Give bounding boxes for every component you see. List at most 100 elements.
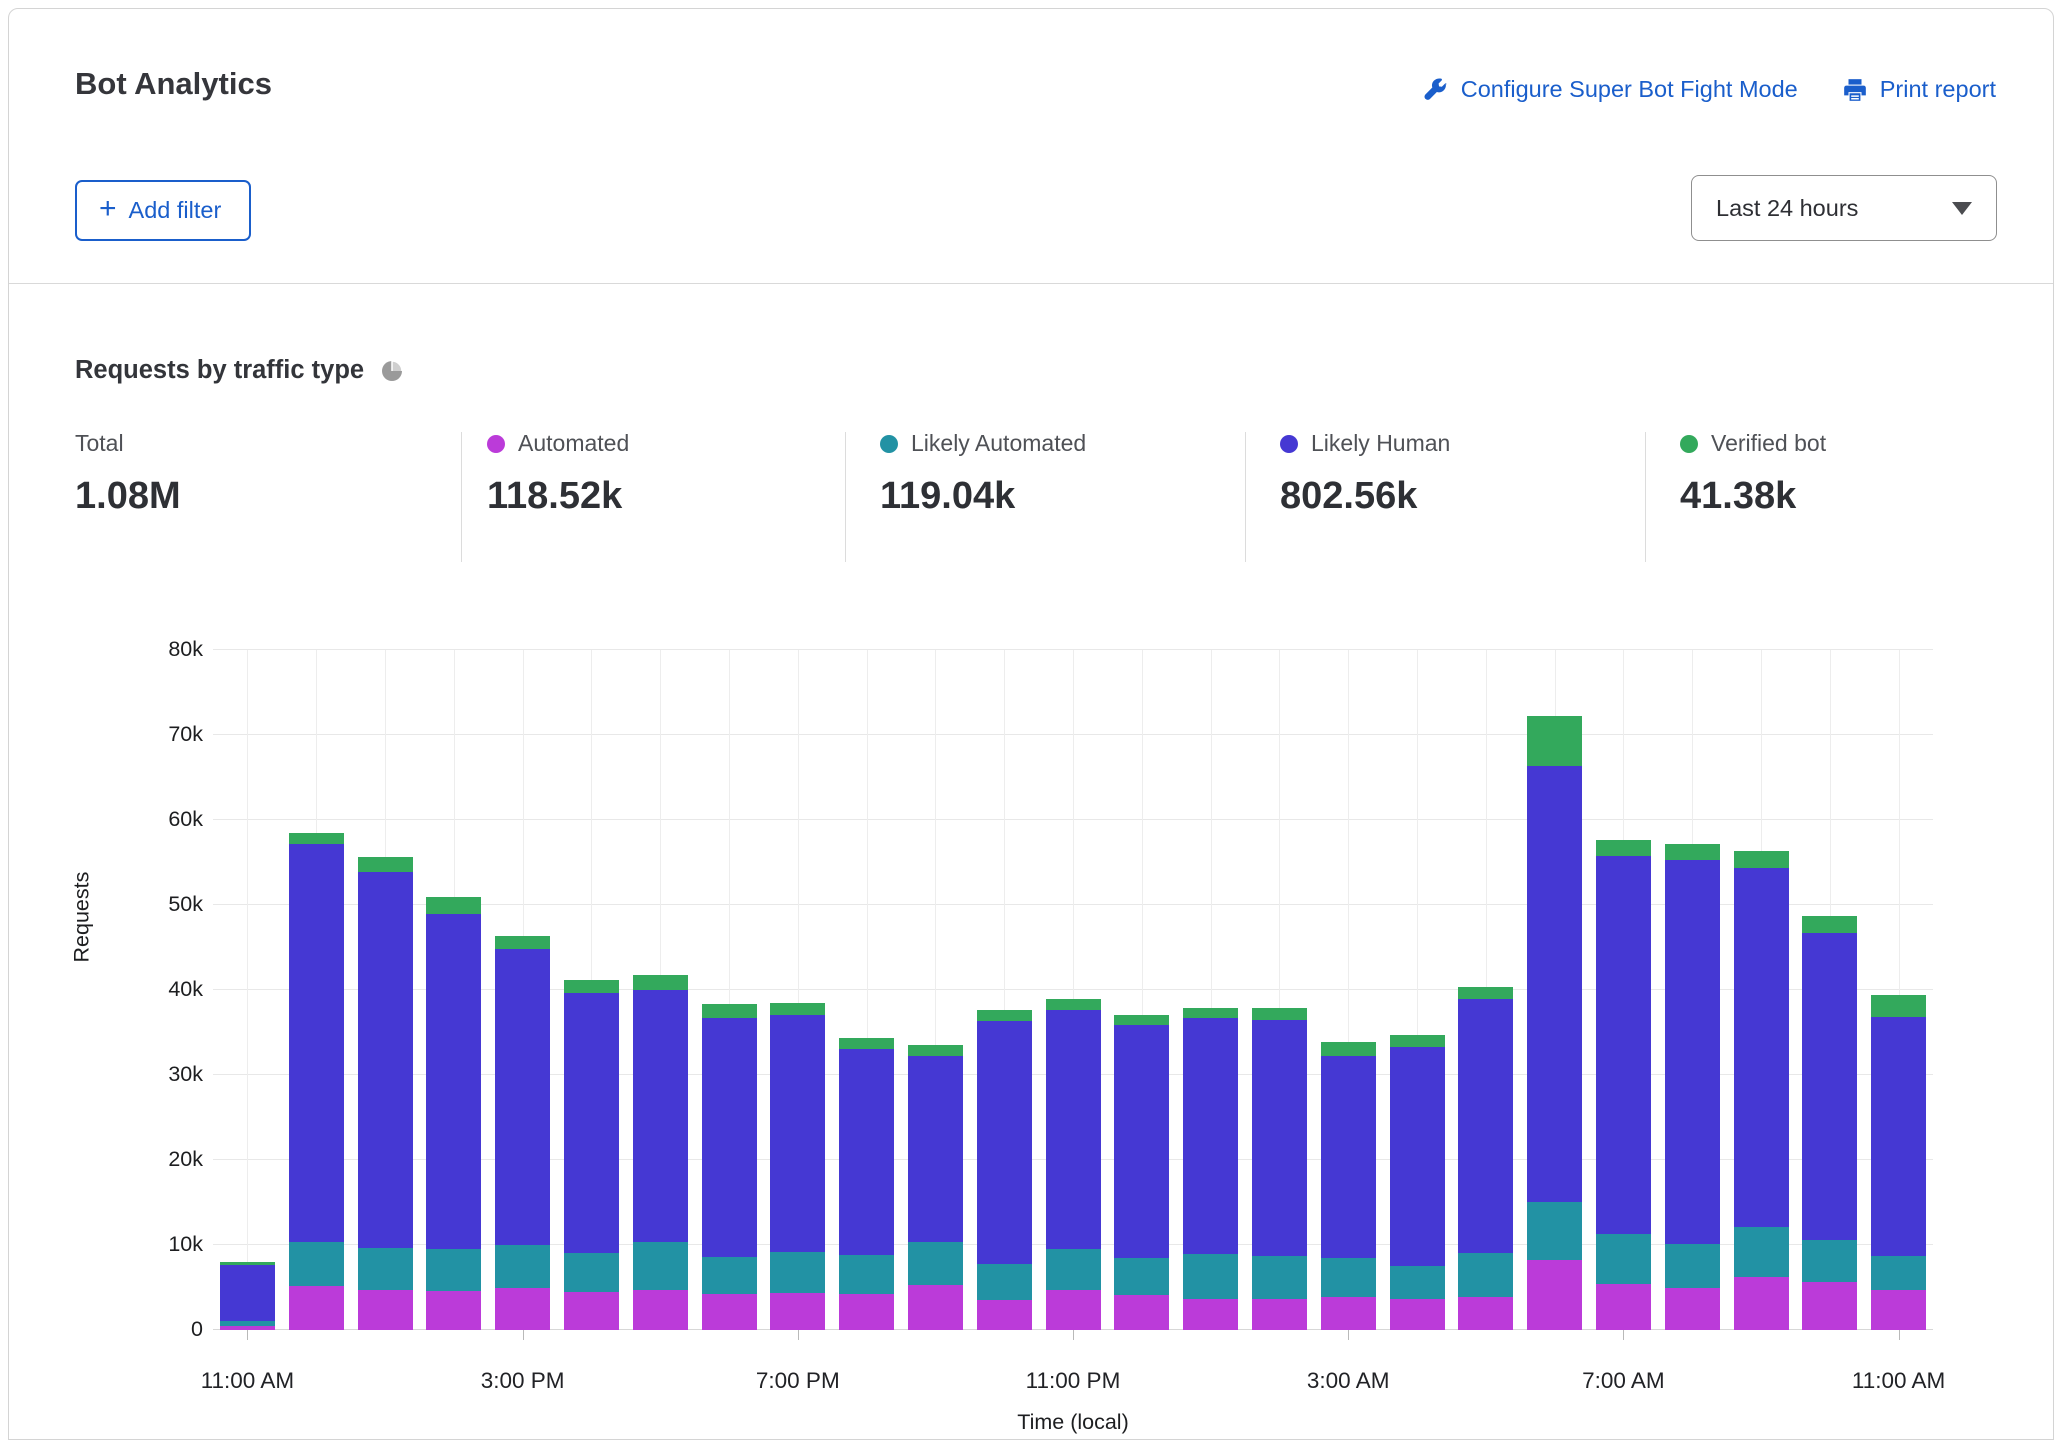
configure-super-bot-fight-mode-link[interactable]: Configure Super Bot Fight Mode	[1423, 76, 1798, 103]
plus-icon: +	[99, 194, 117, 224]
chart-bar-2am[interactable]	[1252, 650, 1307, 1330]
chart-bar-4am[interactable]	[1390, 650, 1445, 1330]
bar-segment-verified-bot	[908, 1045, 963, 1056]
stat-value: 41.38k	[1680, 475, 1826, 518]
chart-bar-1am[interactable]	[1183, 650, 1238, 1330]
bar-segment-automated	[1458, 1297, 1513, 1330]
x-tick-mark	[1073, 1330, 1074, 1340]
bar-segment-likely-human	[1527, 766, 1582, 1202]
bar-segment-verified-bot	[1183, 1008, 1238, 1018]
header-divider	[9, 283, 2053, 284]
bar-segment-likely-human	[564, 993, 619, 1253]
chart-bar-4pm[interactable]	[564, 650, 619, 1330]
chart-bar-6pm[interactable]	[702, 650, 757, 1330]
x-tick-mark	[1899, 1330, 1900, 1340]
bar-segment-automated	[1802, 1282, 1857, 1330]
x-tick-label: 7:00 AM	[1523, 1368, 1723, 1394]
x-tick-mark	[247, 1330, 248, 1340]
chart-bar-8am[interactable]	[1665, 650, 1720, 1330]
bar-segment-verified-bot	[1665, 844, 1720, 860]
bar-segment-likely-human	[358, 872, 413, 1248]
bar-segment-likely-human	[977, 1021, 1032, 1264]
bar-segment-likely-automated	[977, 1264, 1032, 1301]
page-title: Bot Analytics	[75, 66, 272, 102]
chart-bar-11pm[interactable]	[1046, 650, 1101, 1330]
bar-segment-likely-automated	[289, 1242, 344, 1285]
bar-segment-likely-human	[1390, 1047, 1445, 1266]
bar-segment-verified-bot	[1252, 1008, 1307, 1020]
bar-segment-likely-automated	[1458, 1253, 1513, 1297]
chart-bar-7am[interactable]	[1596, 650, 1651, 1330]
stat-automated: Automated 118.52k	[487, 430, 629, 518]
chart-bar-10am[interactable]	[1802, 650, 1857, 1330]
x-tick-mark	[1348, 1330, 1349, 1340]
bar-segment-likely-human	[1183, 1018, 1238, 1253]
chart-bar-10pm[interactable]	[977, 650, 1032, 1330]
bar-segment-likely-automated	[702, 1257, 757, 1294]
chart-bar-7pm[interactable]	[770, 650, 825, 1330]
stat-value: 1.08M	[75, 475, 181, 518]
chart-bar-11am[interactable]	[1871, 650, 1926, 1330]
chart-bar-3pm[interactable]	[495, 650, 550, 1330]
bar-segment-likely-human	[1252, 1020, 1307, 1256]
bar-segment-likely-automated	[1321, 1258, 1376, 1297]
wrench-icon	[1423, 77, 1449, 103]
bar-segment-automated	[1046, 1290, 1101, 1330]
likely-automated-legend-dot	[880, 435, 898, 453]
time-range-dropdown[interactable]: Last 24 hours	[1691, 175, 1997, 241]
bar-segment-likely-automated	[1252, 1256, 1307, 1299]
time-range-value: Last 24 hours	[1716, 195, 1952, 222]
chart-bar-6am[interactable]	[1527, 650, 1582, 1330]
bar-segment-likely-automated	[426, 1249, 481, 1291]
bar-segment-automated	[908, 1285, 963, 1330]
bar-segment-automated	[1114, 1295, 1169, 1330]
bar-segment-likely-automated	[1734, 1227, 1789, 1277]
stat-label: Likely Automated	[911, 430, 1086, 457]
chart-bar-5am[interactable]	[1458, 650, 1513, 1330]
add-filter-label: Add filter	[129, 197, 222, 224]
stat-value: 119.04k	[880, 475, 1086, 518]
bar-segment-automated	[495, 1288, 550, 1331]
stat-likely-human: Likely Human 802.56k	[1280, 430, 1450, 518]
stat-likely-automated: Likely Automated 119.04k	[880, 430, 1086, 518]
stat-divider	[845, 432, 846, 562]
add-filter-button[interactable]: + Add filter	[75, 180, 251, 241]
bar-segment-likely-automated	[633, 1242, 688, 1290]
x-tick-mark	[523, 1330, 524, 1340]
y-tick-label: 50k	[63, 892, 203, 917]
section-title: Requests by traffic type	[75, 356, 364, 385]
bar-segment-automated	[839, 1294, 894, 1330]
chart-bar-1pm[interactable]	[358, 650, 413, 1330]
print-report-link[interactable]: Print report	[1842, 76, 1996, 103]
bar-segment-likely-human	[426, 914, 481, 1250]
bar-segment-likely-human	[1596, 856, 1651, 1234]
chart-bar-12am[interactable]	[1114, 650, 1169, 1330]
chart-bar-9am[interactable]	[1734, 650, 1789, 1330]
chart-bar-3am[interactable]	[1321, 650, 1376, 1330]
bar-segment-likely-human	[289, 844, 344, 1243]
chart-bar-12pm[interactable]	[289, 650, 344, 1330]
bar-segment-likely-automated	[1183, 1254, 1238, 1300]
y-tick-label: 80k	[63, 637, 203, 662]
bar-segment-likely-human	[1046, 1010, 1101, 1250]
bar-segment-likely-human	[495, 949, 550, 1245]
bar-segment-likely-automated	[1114, 1258, 1169, 1295]
x-tick-label: 3:00 PM	[423, 1368, 623, 1394]
bar-segment-automated	[1596, 1284, 1651, 1330]
print-link-label: Print report	[1880, 76, 1996, 103]
y-tick-label: 30k	[63, 1062, 203, 1087]
chart-bar-9pm[interactable]	[908, 650, 963, 1330]
stat-label: Likely Human	[1311, 430, 1450, 457]
bar-segment-verified-bot	[1734, 851, 1789, 868]
bar-segment-likely-automated	[1871, 1256, 1926, 1290]
chart-bar-11am[interactable]	[220, 650, 275, 1330]
bar-segment-verified-bot	[1458, 987, 1513, 999]
stat-label: Verified bot	[1711, 430, 1826, 457]
chart-bar-5pm[interactable]	[633, 650, 688, 1330]
chart-bar-8pm[interactable]	[839, 650, 894, 1330]
chart-bar-2pm[interactable]	[426, 650, 481, 1330]
bar-segment-verified-bot	[289, 833, 344, 844]
stat-total: Total 1.08M	[75, 430, 181, 518]
y-tick-label: 20k	[63, 1147, 203, 1172]
x-tick-label: 3:00 AM	[1248, 1368, 1448, 1394]
